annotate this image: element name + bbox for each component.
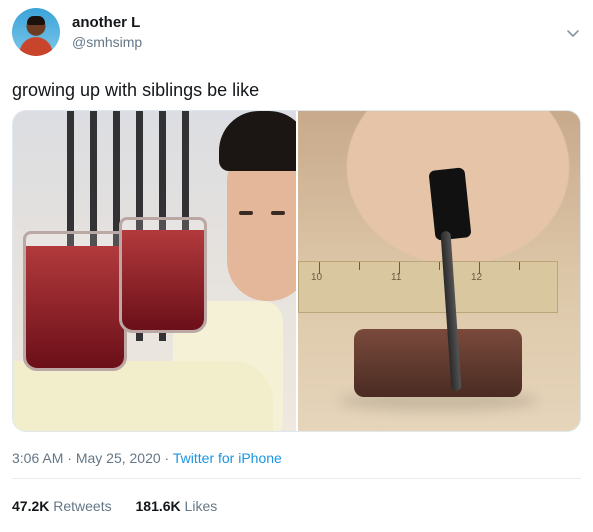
tweet-source-link[interactable]: Twitter for iPhone — [173, 450, 282, 466]
tweet-time[interactable]: 3:06 AM — [12, 450, 63, 466]
child-face — [209, 111, 296, 311]
likes-count: 181.6K — [135, 498, 181, 514]
tweet-date[interactable]: May 25, 2020 — [76, 450, 161, 466]
meta-separator: · — [160, 450, 173, 466]
glass-large — [23, 231, 127, 371]
ruler-number: 12 — [471, 272, 483, 283]
ruler-number: 11 — [391, 272, 402, 283]
media-image-right[interactable]: 10 11 12 — [298, 111, 580, 431]
glass-small — [119, 217, 207, 333]
chocolate-bar — [354, 329, 522, 397]
meta-separator: · — [63, 450, 76, 466]
divider — [12, 478, 581, 479]
tweet: another L @smhsimp growing up with sibli… — [0, 0, 593, 532]
retweets-label: Retweets — [53, 498, 112, 514]
table — [13, 361, 273, 431]
avatar[interactable] — [12, 8, 60, 56]
knife-handle — [428, 167, 472, 241]
ruler-number: 10 — [311, 272, 323, 283]
tweet-meta: 3:06 AM · May 25, 2020 · Twitter for iPh… — [12, 450, 282, 466]
author-handle[interactable]: @smhsimp — [72, 34, 142, 50]
retweets-count: 47.2K — [12, 498, 50, 514]
likes-label: Likes — [184, 498, 218, 514]
tweet-media[interactable]: 10 11 12 — [12, 110, 581, 432]
chevron-down-icon[interactable] — [566, 26, 580, 40]
tweet-stats: 47.2K Retweets 181.6K Likes — [12, 498, 217, 514]
tweet-text: growing up with siblings be like — [12, 80, 260, 100]
likes-stat[interactable]: 181.6K Likes — [136, 498, 218, 514]
avatar-hair — [27, 16, 45, 25]
retweets-stat[interactable]: 47.2K Retweets — [12, 498, 116, 514]
ruler: 10 11 12 — [298, 261, 558, 313]
author-name[interactable]: another L — [72, 14, 140, 31]
media-image-left[interactable] — [13, 111, 296, 431]
